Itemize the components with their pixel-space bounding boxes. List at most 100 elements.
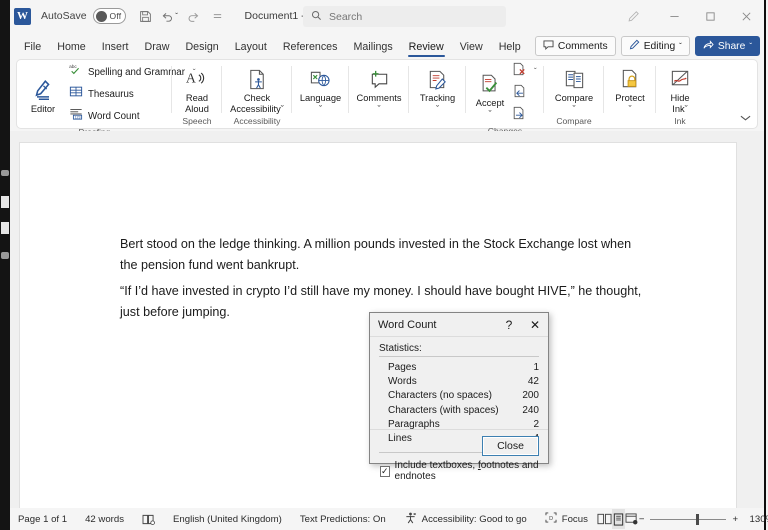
save-icon[interactable] [135, 5, 157, 27]
word-count-dialog-titlebar[interactable]: Word Count ? ✕ [370, 313, 548, 337]
print-layout-icon[interactable] [611, 509, 625, 529]
pencil-icon [629, 39, 640, 53]
focus-mode-button[interactable]: D Focus [536, 508, 597, 530]
protect-button[interactable]: Protect ˇ [609, 63, 651, 114]
ribbon-group-changes: Accept ˇ ˇ [466, 60, 544, 136]
read-mode-icon[interactable] [597, 509, 612, 529]
undo-icon[interactable]: ˇ [159, 5, 181, 27]
hide-ink-button[interactable]: Hide Inkˇ [659, 63, 701, 114]
text-predictions-status[interactable]: Text Predictions: On [291, 508, 395, 530]
help-icon[interactable]: ? [496, 318, 522, 332]
tracking-button-label: Tracking [419, 93, 456, 103]
tab-design[interactable]: Design [177, 38, 226, 58]
comments-group-chevron-down-icon[interactable]: ˇ [377, 104, 380, 114]
ribbon-group-caption-ink: Ink [674, 116, 686, 126]
window-controls [616, 0, 764, 32]
stat-value: 200 [522, 390, 539, 402]
autosave-toggle[interactable]: Off [92, 8, 126, 24]
zoom-in-button[interactable]: + [732, 514, 738, 525]
web-layout-icon[interactable] [625, 509, 639, 529]
read-aloud-icon: A [185, 66, 209, 92]
share-button-label: Share [717, 40, 746, 52]
ribbon-group-accessibility: Check Accessibilityˇ Accessibility [222, 60, 292, 128]
accept-chevron-down-icon[interactable]: ˇ [488, 109, 491, 119]
close-icon[interactable]: ✕ [522, 318, 548, 332]
document-paragraph-1[interactable]: Bert stood on the ledge thinking. A mill… [120, 234, 637, 276]
close-button[interactable]: Close [482, 436, 539, 456]
search-input[interactable]: Search [303, 6, 506, 27]
tracking-chevron-down-icon[interactable]: ˇ [436, 104, 439, 114]
comments-button[interactable]: Comments [534, 36, 616, 56]
hide-ink-chevron-down-icon[interactable]: ˇ [685, 104, 688, 114]
tab-home[interactable]: Home [49, 38, 94, 58]
previous-change-button[interactable] [511, 84, 538, 103]
close-icon[interactable] [728, 0, 764, 32]
page-indicator[interactable]: Page 1 of 1 [10, 508, 76, 530]
hide-ink-label-line2: Ink [672, 103, 685, 114]
tab-insert[interactable]: Insert [94, 38, 137, 58]
compare-button[interactable]: Compare ˇ [550, 63, 598, 114]
tab-draw[interactable]: Draw [136, 38, 177, 58]
zoom-out-button[interactable]: − [639, 514, 645, 525]
include-textboxes-label: Include textboxes, footnotes and endnote… [394, 460, 539, 483]
language-button-label: Language [299, 93, 342, 103]
document-area[interactable]: Bert stood on the ledge thinking. A mill… [10, 131, 764, 508]
protect-chevron-down-icon[interactable]: ˇ [628, 104, 631, 114]
autosave-state-label: Off [109, 11, 122, 21]
compare-chevron-down-icon[interactable]: ˇ [572, 104, 575, 114]
word-count-icon: 123 [69, 107, 83, 125]
autosave-toggle-knob [95, 10, 107, 22]
reject-chevron-down-icon[interactable]: ˇ [534, 67, 537, 76]
accessibility-chevron-down-icon[interactable]: ˇ [281, 104, 284, 114]
language-button[interactable]: Language ˇ [297, 63, 344, 114]
include-textboxes-checkbox-row[interactable]: ✓ Include textboxes, footnotes and endno… [380, 460, 539, 482]
language-status[interactable]: English (United Kingdom) [164, 508, 291, 530]
word-count-dialog[interactable]: Word Count ? ✕ Statistics: Pages 1 Words [369, 312, 549, 482]
read-aloud-button[interactable]: A Read Aloud [176, 63, 218, 114]
undo-chevron-down-icon[interactable]: ˇ [175, 12, 178, 20]
tab-mailings[interactable]: Mailings [345, 38, 400, 58]
tab-file[interactable]: File [16, 38, 49, 58]
background-window-strip [0, 0, 10, 530]
chevron-down-icon: ˇ [679, 41, 682, 51]
zoom-slider-handle[interactable] [696, 513, 700, 525]
word-count-status[interactable]: 42 words [76, 508, 133, 530]
editor-pen-icon [31, 77, 55, 103]
ribbon-group-tracking: Tracking ˇ [409, 60, 466, 128]
next-change-icon [512, 106, 526, 125]
editor-button[interactable]: Editor [22, 74, 64, 115]
tab-references[interactable]: References [275, 38, 346, 58]
zoom-level-label[interactable]: 130% [744, 514, 768, 525]
stat-label: Characters (with spaces) [388, 404, 499, 416]
ink-pen-icon[interactable] [616, 0, 650, 32]
redo-icon[interactable] [183, 5, 205, 27]
customize-quick-access-toolbar-icon[interactable] [207, 5, 229, 27]
minimize-icon[interactable] [656, 0, 692, 32]
autosave-label: AutoSave [41, 10, 87, 22]
editing-mode-button[interactable]: Editing ˇ [620, 36, 690, 56]
zoom-slider[interactable] [650, 513, 727, 525]
tab-view[interactable]: View [452, 38, 491, 58]
share-button[interactable]: Share ˇ [694, 36, 760, 56]
check-accessibility-button[interactable]: Check Accessibilityˇ [227, 63, 287, 114]
next-change-button[interactable] [511, 106, 538, 125]
accept-button[interactable]: Accept ˇ [471, 68, 509, 119]
svg-text:abc: abc [69, 64, 77, 70]
maximize-icon[interactable] [692, 0, 728, 32]
accept-change-icon [479, 71, 501, 97]
proofing-book-icon[interactable] [133, 508, 164, 530]
ribbon-group-protect: Protect ˇ [604, 60, 656, 128]
tab-review[interactable]: Review [401, 38, 452, 58]
reject-button[interactable]: ˇ [511, 62, 538, 81]
tab-layout[interactable]: Layout [227, 38, 275, 58]
svg-text:123: 123 [75, 116, 81, 120]
tab-help[interactable]: Help [491, 38, 529, 58]
tracking-button[interactable]: Tracking ˇ [415, 63, 460, 114]
include-textboxes-checkbox[interactable]: ✓ [380, 465, 390, 477]
comments-group-button[interactable]: Comments ˇ [354, 63, 404, 114]
collapse-ribbon-chevron-icon[interactable] [740, 114, 751, 124]
word-count-dialog-footer: Close [370, 429, 548, 463]
accessibility-status[interactable]: Accessibility: Good to go [395, 508, 536, 530]
zoom-control[interactable]: − + 130% [639, 513, 768, 525]
language-chevron-down-icon[interactable]: ˇ [319, 104, 322, 114]
